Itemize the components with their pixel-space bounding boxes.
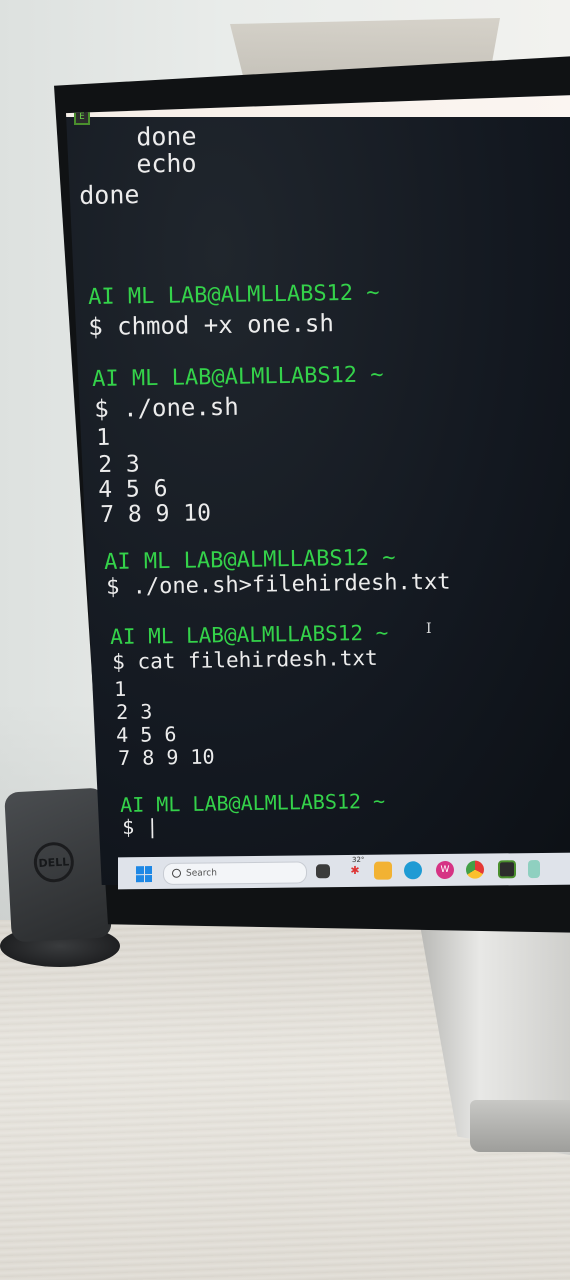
- terminal-prompt: AI ML LAB@ALMLLABS12 ~: [88, 280, 380, 310]
- windows-start-icon[interactable]: [136, 866, 152, 883]
- terminal-line: 1: [96, 424, 111, 451]
- terminal-line: done: [79, 180, 140, 210]
- terminal-command: $ cat filehirdesh.txt: [112, 645, 378, 674]
- edge-icon[interactable]: [404, 861, 422, 880]
- terminal-line: 4 5 6: [98, 475, 168, 503]
- terminal-line: 7 8 9 10: [100, 500, 212, 528]
- search-icon: [172, 868, 181, 878]
- terminal-line: 2 3: [98, 451, 140, 478]
- terminal-line: echo: [106, 148, 197, 179]
- terminal-command: $ chmod +x one.sh: [88, 309, 335, 341]
- terminal-prompt: AI ML LAB@ALMLLABS12 ~: [92, 362, 384, 392]
- mouse-ibeam-cursor: I: [426, 621, 432, 637]
- terminal-command: $ ./one.sh>filehirdesh.txt: [106, 569, 451, 600]
- terminal-input-line[interactable]: $ |: [122, 814, 158, 839]
- terminal-icon[interactable]: [498, 860, 516, 879]
- desk-device: DELL: [4, 787, 112, 943]
- terminal-line: 7 8 9 10: [118, 744, 215, 770]
- wps-office-icon[interactable]: W: [436, 860, 454, 880]
- terminal-command: $ ./one.sh: [94, 392, 239, 423]
- terminal-prompt: AI ML LAB@ALMLLABS12 ~: [110, 620, 389, 649]
- chrome-icon[interactable]: [466, 860, 484, 879]
- dell-logo: DELL: [32, 841, 75, 884]
- file-explorer-icon[interactable]: [316, 864, 330, 879]
- terminal-line: done: [106, 121, 197, 152]
- notepad-icon[interactable]: [528, 859, 540, 879]
- terminal-line: 1: [114, 676, 127, 701]
- taskbar-search-input[interactable]: Search: [163, 861, 307, 885]
- monitor-stand-base: [470, 1100, 570, 1152]
- windows-taskbar: Search 32° ✱ W: [118, 852, 570, 890]
- folder-icon[interactable]: [374, 861, 392, 880]
- terminal-window[interactable]: E done echo done AI ML LAB@ALMLLABS12 ~ …: [66, 95, 570, 885]
- search-placeholder: Search: [186, 868, 217, 879]
- weather-icon[interactable]: ✱: [346, 862, 364, 880]
- terminal-prompt: AI ML LAB@ALMLLABS12 ~: [120, 788, 386, 817]
- terminal-line: 4 5 6: [116, 722, 177, 747]
- terminal-line: 2 3: [116, 699, 153, 724]
